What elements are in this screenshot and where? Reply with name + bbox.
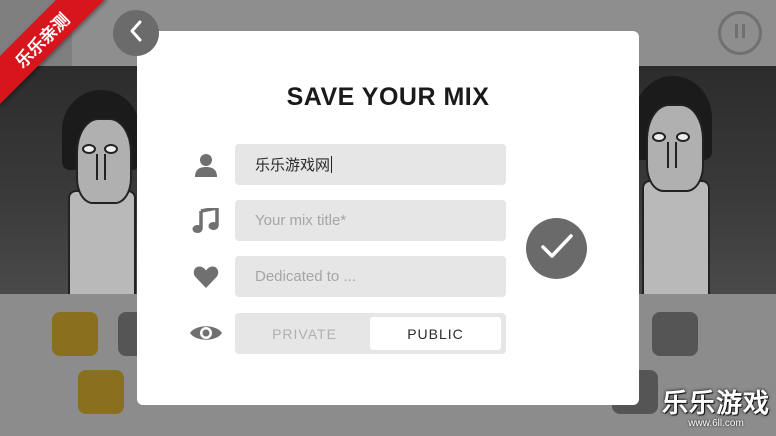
- character-nose: [96, 154, 106, 180]
- dialog-title: SAVE YOUR MIX: [286, 83, 490, 111]
- back-button[interactable]: [113, 10, 159, 56]
- character-right: [634, 76, 714, 298]
- author-field[interactable]: 乐乐游戏网: [235, 144, 506, 185]
- character-eye: [652, 132, 666, 142]
- sound-icon-slot[interactable]: [78, 370, 124, 414]
- sound-icon-slot[interactable]: [52, 312, 98, 356]
- watermark-logo-url: www.6ll.com: [688, 418, 744, 429]
- public-option[interactable]: PUBLIC: [370, 317, 501, 350]
- character-eye: [676, 132, 690, 142]
- music-note-icon: [189, 206, 223, 236]
- visibility-toggle: PRIVATE PUBLIC: [235, 313, 506, 354]
- author-field-value: 乐乐游戏网: [255, 157, 331, 174]
- sound-icon-slot[interactable]: [652, 312, 698, 356]
- character-body: [68, 190, 136, 298]
- character-left: [62, 90, 142, 298]
- text-caret: [331, 156, 333, 173]
- watermark-logo-text: 乐乐游戏: [661, 388, 770, 418]
- pause-button[interactable]: [718, 11, 762, 55]
- character-body: [642, 180, 710, 298]
- character-eye: [82, 144, 96, 154]
- chevron-left-icon: [127, 19, 145, 48]
- character-eye: [104, 144, 118, 154]
- confirm-save-button[interactable]: [526, 218, 587, 279]
- private-option[interactable]: PRIVATE: [239, 317, 370, 350]
- eye-icon: [189, 318, 223, 348]
- mix-title-input[interactable]: [235, 200, 506, 241]
- pause-icon: [733, 23, 747, 44]
- checkmark-icon: [540, 232, 574, 265]
- dedication-input[interactable]: [235, 256, 506, 297]
- heart-icon: [189, 262, 223, 292]
- character-nose: [667, 142, 677, 168]
- watermark-logo: 乐乐游戏 www.6ll.com: [660, 388, 772, 432]
- person-icon: [189, 150, 223, 180]
- save-mix-dialog: SAVE YOUR MIX 乐乐游戏网 PRIVATE: [137, 31, 639, 405]
